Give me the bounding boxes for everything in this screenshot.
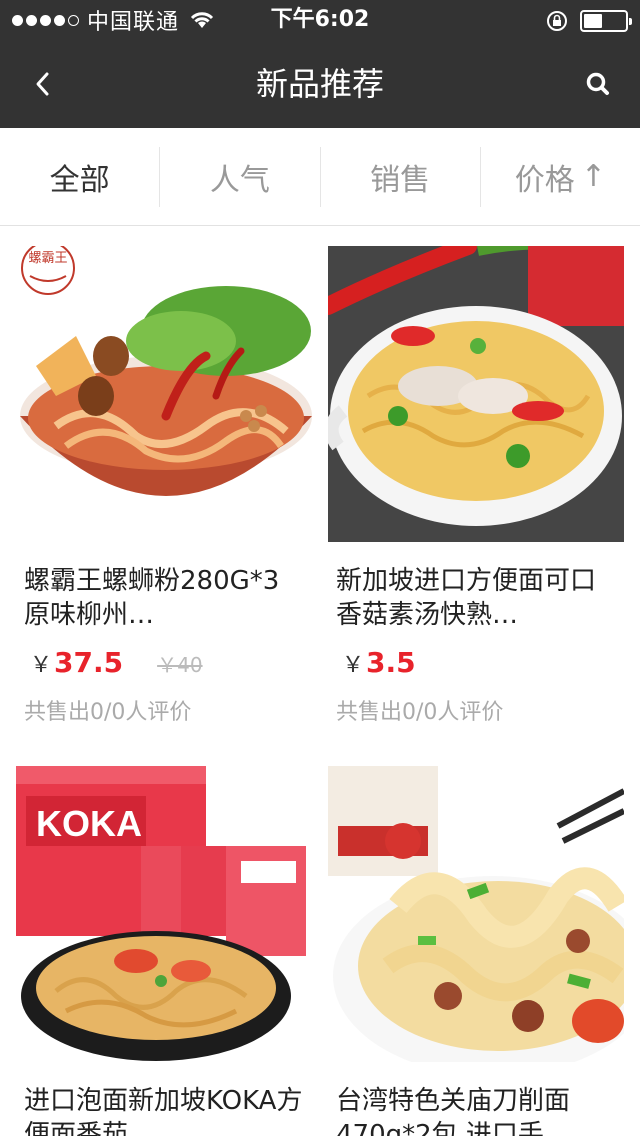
product-name: 进口泡面新加坡KOKA方便面番茄 bbox=[24, 1086, 303, 1136]
product-image bbox=[328, 246, 624, 542]
page-title: 新品推荐 bbox=[255, 65, 384, 103]
search-button[interactable] bbox=[578, 64, 618, 104]
price-row: ￥ 37.5 ￥40 bbox=[16, 646, 312, 682]
tab-popularity[interactable]: 人气 bbox=[159, 146, 319, 207]
product-image: 螺霸王 bbox=[16, 246, 312, 542]
battery-level bbox=[584, 14, 602, 28]
filter-tabs: 全部 人气 销售 价格 ↑ bbox=[0, 128, 640, 226]
sales-reviews: 共售出0/0人评价 bbox=[336, 700, 504, 725]
product-card[interactable]: 新加坡进口方便面可口香菇素汤快熟… ￥ 3.5 共售出0/0人评价 bbox=[328, 246, 624, 726]
product-name: 台湾特色关庙刀削面470g*2包 进口手 bbox=[336, 1086, 571, 1136]
search-icon bbox=[586, 72, 609, 95]
currency-symbol: ￥ bbox=[30, 653, 53, 678]
currency-symbol: ￥ bbox=[342, 653, 365, 678]
product-card[interactable]: 螺霸王 螺霸王螺蛳粉280G*3原味柳州… ￥ 37.5 ￥40 共售出0/0人… bbox=[16, 246, 312, 726]
product-image: KOKA bbox=[16, 766, 312, 1062]
product-price: 37.5 bbox=[54, 646, 124, 679]
battery-icon bbox=[580, 10, 632, 32]
tab-sales[interactable]: 销售 bbox=[319, 146, 480, 207]
product-price: 3.5 bbox=[366, 646, 416, 679]
rotation-lock-icon bbox=[547, 11, 567, 31]
original-price: ￥40 bbox=[157, 653, 203, 677]
product-name: 螺霸王螺蛳粉280G*3原味柳州… bbox=[24, 566, 280, 630]
sort-arrow-up-icon: ↑ bbox=[580, 159, 606, 194]
price-row: ￥ 3.5 bbox=[328, 646, 624, 682]
tab-all[interactable]: 全部 bbox=[0, 147, 159, 207]
sales-reviews: 共售出0/0人评价 bbox=[24, 700, 192, 725]
product-card[interactable]: KOKA 进口泡面新加坡KOKA方便面番茄 bbox=[16, 766, 312, 1136]
product-card[interactable]: 台湾特色关庙刀削面470g*2包 进口手 bbox=[328, 766, 624, 1136]
nav-bar: 新品推荐 bbox=[0, 40, 640, 128]
product-name: 新加坡进口方便面可口香菇素汤快熟… bbox=[336, 566, 597, 630]
status-bar: 中国联通 下午6:02 bbox=[0, 0, 640, 40]
tab-price[interactable]: 价格 ↑ bbox=[479, 146, 640, 207]
brand-logo-text: KOKA bbox=[36, 803, 142, 844]
status-time: 下午6:02 bbox=[270, 7, 370, 32]
brand-logo-text: 螺霸王 bbox=[28, 250, 67, 265]
product-image bbox=[328, 766, 624, 1062]
